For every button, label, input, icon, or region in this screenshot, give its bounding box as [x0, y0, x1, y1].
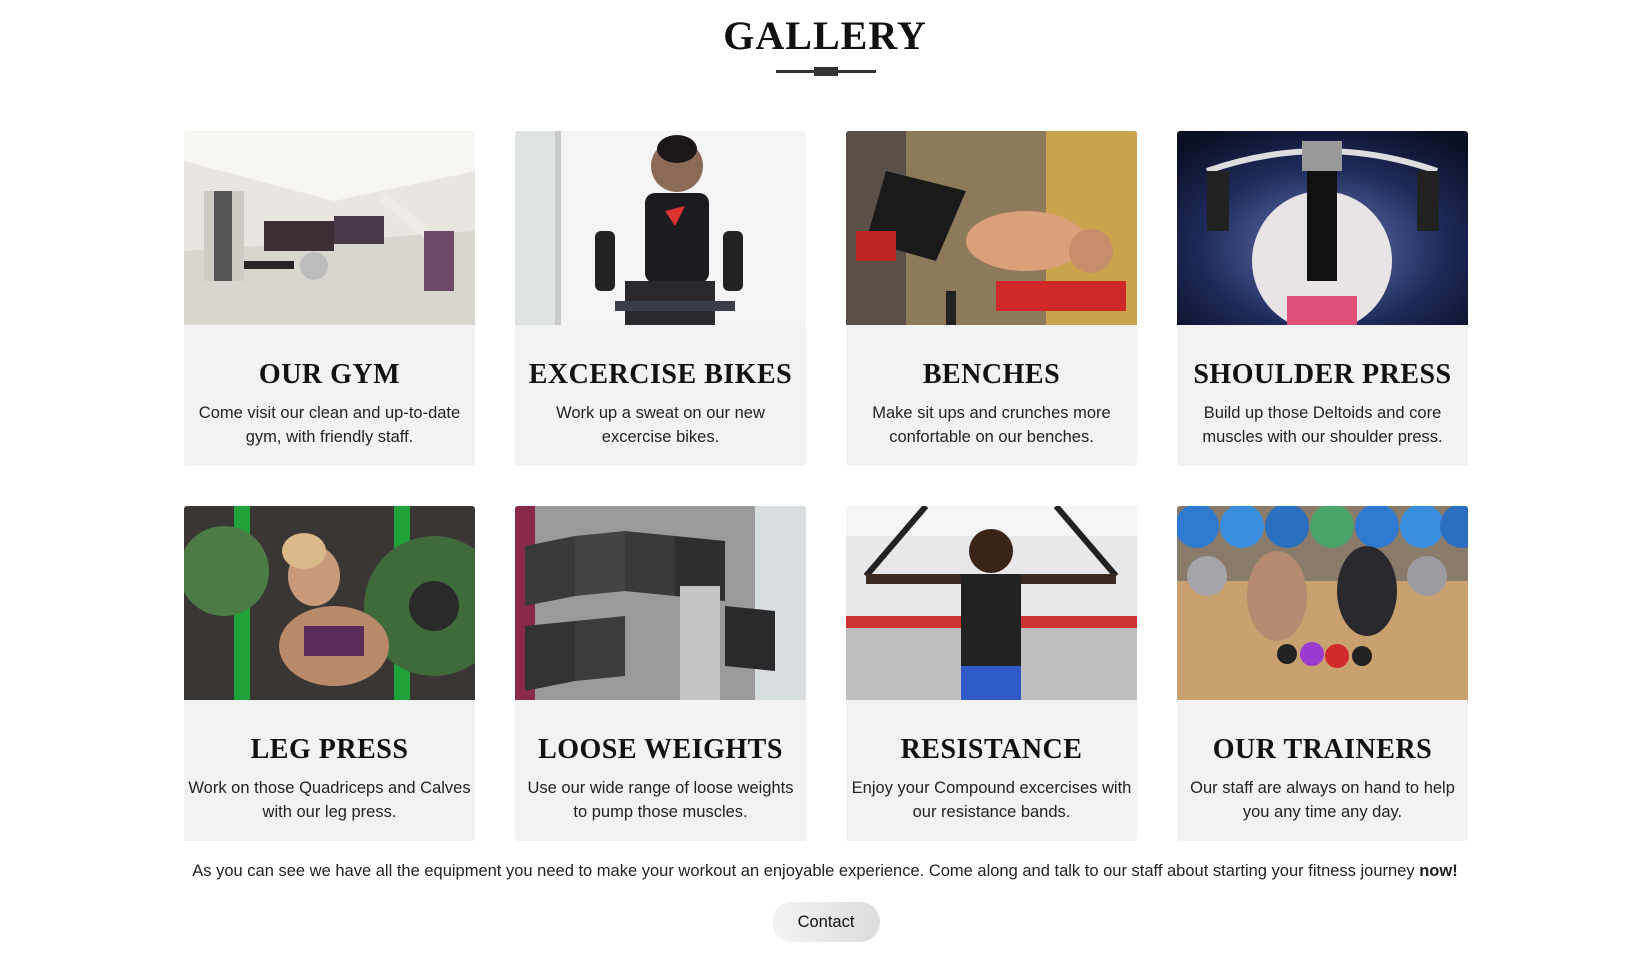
footer-emphasis: now!: [1419, 862, 1458, 880]
gallery-card-leg-press: LEG PRESS Work on those Quadriceps and C…: [184, 506, 475, 841]
dumbbells-photo: [515, 506, 806, 700]
card-title: SHOULDER PRESS: [1193, 359, 1452, 390]
card-description: Enjoy your Compound excercises with our …: [851, 779, 1132, 821]
gallery-page: GALLERY OUR GYM Come visit our clean and…: [0, 0, 1650, 977]
card-description: Build up those Deltoids and core muscles…: [1202, 404, 1443, 446]
card-title: LEG PRESS: [250, 734, 409, 765]
trainers-photo: [1177, 506, 1468, 700]
gallery-card-our-trainers: OUR TRAINERS Our staff are always on han…: [1177, 506, 1468, 841]
card-description: Work on those Quadriceps and Calves with…: [188, 779, 471, 821]
card-description: Make sit ups and crunches more confortab…: [872, 404, 1111, 446]
card-description: Come visit our clean and up-to-date gym,…: [198, 404, 461, 446]
title-divider: [776, 66, 876, 76]
footer-text: As you can see we have all the equipment…: [0, 862, 1650, 881]
shoulder-press-photo: [1177, 131, 1468, 325]
bench-situp-photo: [846, 131, 1137, 325]
leg-press-photo: [184, 506, 475, 700]
card-description: Use our wide range of loose weights to p…: [527, 779, 794, 821]
card-title: LOOSE WEIGHTS: [538, 734, 783, 765]
gallery-grid: OUR GYM Come visit our clean and up-to-d…: [184, 131, 1468, 841]
contact-button[interactable]: Contact: [772, 902, 880, 942]
card-title: EXCERCISE BIKES: [528, 359, 793, 390]
gallery-card-excercise-bikes: EXCERCISE BIKES Work up a sweat on our n…: [515, 131, 806, 466]
card-title: BENCHES: [922, 359, 1061, 390]
gallery-card-shoulder-press: SHOULDER PRESS Build up those Deltoids a…: [1177, 131, 1468, 466]
divider-block: [814, 67, 838, 76]
resistance-bands-photo: [846, 506, 1137, 700]
footer-sentence: As you can see we have all the equipment…: [192, 862, 1420, 880]
page-title: GALLERY: [723, 13, 927, 58]
exercise-bike-photo: [515, 131, 806, 325]
card-title: OUR TRAINERS: [1212, 734, 1433, 765]
card-description: Our staff are always on hand to help you…: [1190, 779, 1455, 821]
gym-interior-photo: [184, 131, 475, 325]
card-description: Work up a sweat on our new excercise bik…: [556, 404, 765, 446]
card-title: OUR GYM: [258, 359, 401, 390]
gallery-card-benches: BENCHES Make sit ups and crunches more c…: [846, 131, 1137, 466]
gallery-card-loose-weights: LOOSE WEIGHTS Use our wide range of loos…: [515, 506, 806, 841]
card-title: RESISTANCE: [900, 734, 1083, 765]
gallery-card-resistance: RESISTANCE Enjoy your Compound excercise…: [846, 506, 1137, 841]
gallery-card-our-gym: OUR GYM Come visit our clean and up-to-d…: [184, 131, 475, 466]
